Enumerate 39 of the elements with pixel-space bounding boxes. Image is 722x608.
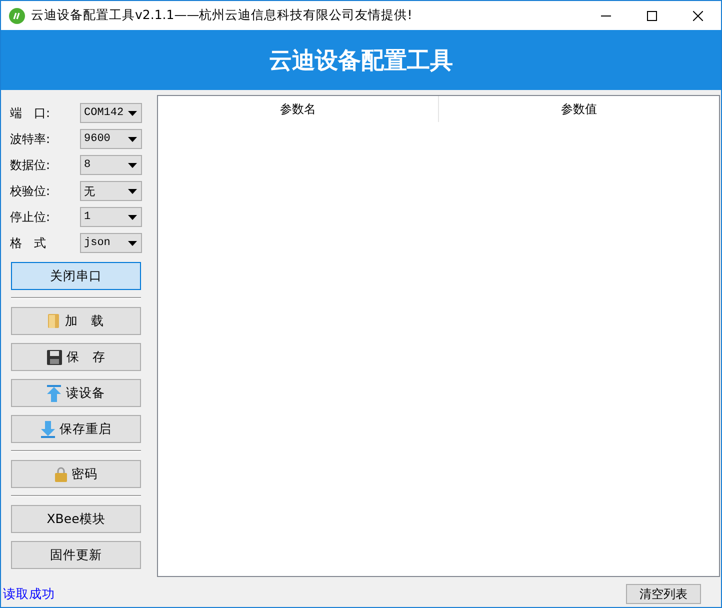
action-button[interactable]: 读设备 [11, 379, 141, 407]
dropdown-caret-icon [128, 162, 137, 168]
action-button[interactable]: XBee模块 [11, 505, 141, 533]
setting-label: 停止位: [10, 208, 52, 226]
column-header[interactable]: 参数名 [158, 96, 439, 122]
port-toggle-button[interactable]: 关闭串口 [11, 262, 141, 290]
dropdown-caret-icon [128, 110, 137, 116]
clear-list-button[interactable]: 清空列表 [626, 584, 701, 604]
setting-label: 校验位: [10, 182, 52, 200]
window-title: 云迪设备配置工具v2.1.1——杭州云迪信息科技有限公司友情提供! [31, 7, 414, 24]
status-message: 读取成功 [3, 586, 55, 602]
setting-dropdown[interactable]: COM142 [80, 103, 142, 123]
app-logo-icon [9, 8, 25, 24]
setting-dropdown[interactable]: 无 [80, 181, 142, 201]
action-button[interactable]: 加 载 [11, 307, 141, 335]
setting-dropdown[interactable]: 1 [80, 207, 142, 227]
action-button[interactable]: 密码 [11, 460, 141, 488]
dropdown-caret-icon [128, 214, 137, 220]
dropdown-caret-icon [128, 136, 137, 142]
setting-label: 格 式 [10, 234, 47, 252]
padlock-icon [54, 466, 66, 482]
setting-dropdown[interactable]: json [80, 233, 142, 253]
download-arrow-icon [40, 420, 54, 438]
setting-dropdown[interactable]: 8 [80, 155, 142, 175]
dropdown-caret-icon [128, 240, 137, 246]
app-title: 云迪设备配置工具 [269, 46, 453, 76]
folder-icon [48, 313, 60, 329]
dropdown-caret-icon [128, 188, 137, 194]
maximize-icon [647, 10, 657, 20]
action-button[interactable]: 保存重启 [11, 415, 141, 443]
setting-dropdown[interactable]: 9600 [80, 129, 142, 149]
column-header[interactable]: 参数值 [439, 96, 719, 122]
upload-arrow-icon [47, 384, 61, 402]
action-button[interactable]: 保 存 [11, 343, 141, 371]
setting-label: 数据位: [10, 156, 52, 174]
setting-label: 波特率: [10, 130, 52, 148]
close-icon [693, 10, 703, 20]
setting-label: 端 口: [10, 104, 52, 122]
action-button[interactable]: 固件更新 [11, 541, 141, 569]
